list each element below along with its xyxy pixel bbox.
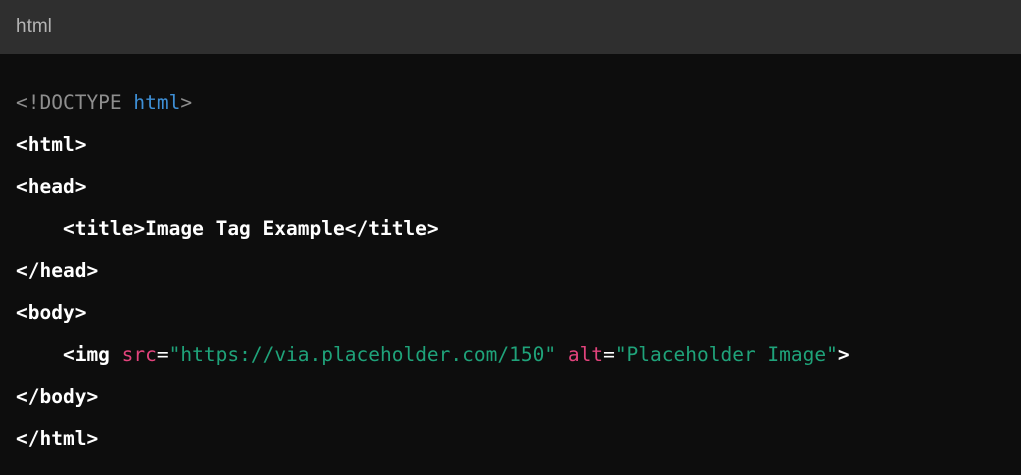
language-label: html (16, 16, 52, 37)
code-line: <body> (16, 292, 1021, 334)
code-block-header: html (0, 0, 1021, 54)
code-token-eq (556, 343, 568, 366)
code-token-text: Image Tag Example (145, 217, 345, 240)
code-line: <title>Image Tag Example</title> (16, 208, 1021, 250)
code-body[interactable]: <!DOCTYPE html> <html> <head> <title>Image… (0, 54, 1021, 460)
code-line: </html> (16, 418, 1021, 460)
code-token-tag: </head> (16, 259, 99, 282)
code-line: </head> (16, 250, 1021, 292)
code-token-tag: > (837, 343, 850, 366)
code-token-keyword: html (133, 91, 181, 114)
code-token-tag: <title> (16, 217, 146, 240)
code-token-attr: alt (567, 343, 604, 366)
code-token-tag: </title> (344, 217, 439, 240)
code-line: </body> (16, 376, 1021, 418)
code-token-eq: = (156, 343, 169, 366)
code-token-string: "Placeholder Image" (614, 343, 838, 366)
code-block: html <!DOCTYPE html> <html> <head> <title>… (0, 0, 1021, 475)
code-token-tag: <html> (16, 133, 87, 156)
code-token-attr: src (121, 343, 157, 366)
code-token-tag: </html> (16, 427, 99, 450)
code-token-tag: <head> (16, 175, 87, 198)
code-token-eq: = (603, 343, 615, 366)
code-line: <!DOCTYPE html> (16, 82, 1021, 124)
code-token-doctype: > (180, 91, 193, 114)
code-token-tag: <img (16, 343, 122, 366)
code-line: <head> (16, 166, 1021, 208)
code-token-doctype: <!DOCTYPE (16, 91, 134, 114)
code-token-tag: <body> (16, 301, 87, 324)
code-line: <html> (16, 124, 1021, 166)
code-token-tag: </body> (16, 385, 99, 408)
code-token-string: "https://via.placeholder.com/150" (168, 343, 557, 366)
code-line: <img src="https://via.placeholder.com/15… (16, 334, 1021, 376)
